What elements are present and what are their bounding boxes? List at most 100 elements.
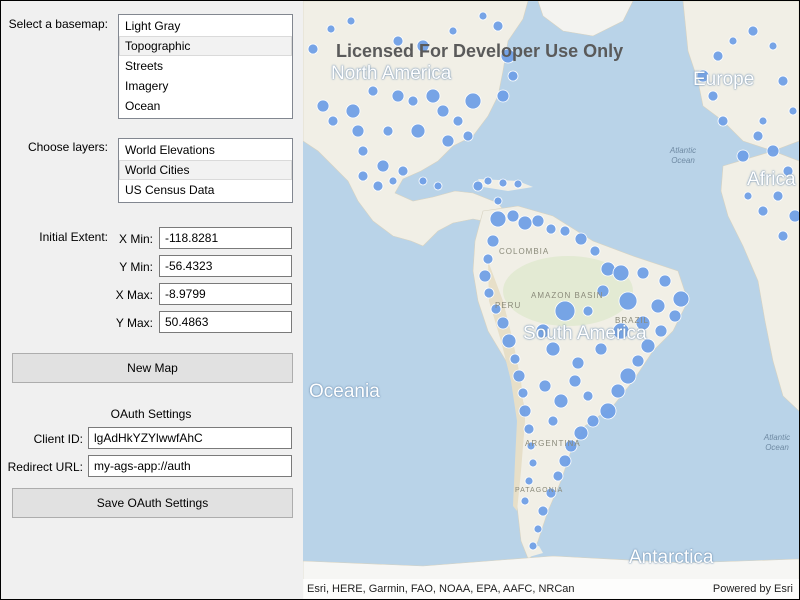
city-symbol[interactable] [518,404,532,418]
city-symbol[interactable] [372,180,384,192]
city-symbol[interactable] [636,266,650,280]
city-symbol[interactable] [777,230,789,242]
city-symbol[interactable] [631,354,645,368]
city-symbol[interactable] [777,75,789,87]
ymax-input[interactable] [159,311,292,333]
city-symbol[interactable] [559,225,571,237]
city-symbol[interactable] [489,210,507,228]
city-symbol[interactable] [743,191,753,201]
city-symbol[interactable] [523,423,535,435]
city-symbol[interactable] [501,333,517,349]
city-symbol[interactable] [472,180,484,192]
city-symbol[interactable] [586,414,600,428]
city-symbol[interactable] [357,170,369,182]
city-symbol[interactable] [528,458,538,468]
city-symbol[interactable] [425,88,441,104]
city-symbol[interactable] [654,324,668,338]
city-symbol[interactable] [493,196,503,206]
city-symbol[interactable] [582,390,594,402]
city-symbol[interactable] [357,145,369,157]
basemap-item-light-gray[interactable]: Light Gray [119,16,292,36]
basemap-item-ocean[interactable]: Ocean [119,96,292,116]
city-symbol[interactable] [407,95,419,107]
city-symbol[interactable] [441,134,455,148]
xmin-input[interactable] [159,227,292,249]
city-symbol[interactable] [418,176,428,186]
city-symbol[interactable] [528,541,538,551]
city-symbol[interactable] [391,89,405,103]
city-symbol[interactable] [712,50,724,62]
city-symbol[interactable] [482,253,494,265]
city-symbol[interactable] [326,24,336,34]
city-symbol[interactable] [496,316,510,330]
city-symbol[interactable] [376,159,390,173]
city-symbol[interactable] [672,290,690,308]
city-symbol[interactable] [506,209,520,223]
layer-item-world-cities[interactable]: World Cities [119,160,292,180]
city-symbol[interactable] [619,367,637,385]
city-symbol[interactable] [436,104,450,118]
city-symbol[interactable] [758,116,768,126]
city-symbol[interactable] [486,234,500,248]
basemap-item-streets[interactable]: Streets [119,56,292,76]
city-symbol[interactable] [483,176,493,186]
city-symbol[interactable] [478,269,492,283]
city-symbol[interactable] [768,41,778,51]
city-symbol[interactable] [513,179,523,189]
city-symbol[interactable] [517,387,529,399]
city-symbol[interactable] [537,505,549,517]
city-symbol[interactable] [599,402,617,420]
city-symbol[interactable] [533,524,543,534]
city-symbol[interactable] [552,470,564,482]
city-symbol[interactable] [531,214,545,228]
city-symbol[interactable] [545,223,557,235]
city-symbol[interactable] [351,124,365,138]
city-symbol[interactable] [524,476,534,486]
city-symbol[interactable] [512,369,526,383]
new-map-button[interactable]: New Map [12,353,293,383]
ymin-input[interactable] [159,255,292,277]
city-symbol[interactable] [346,16,356,26]
city-symbol[interactable] [433,181,443,191]
client-id-input[interactable] [88,427,292,449]
basemap-item-topographic[interactable]: Topographic [119,36,292,56]
city-symbol[interactable] [492,20,504,32]
city-symbol[interactable] [707,90,719,102]
city-symbol[interactable] [464,92,482,110]
basemap-item-imagery[interactable]: Imagery [119,76,292,96]
city-symbol[interactable] [307,43,319,55]
redirect-url-input[interactable] [88,455,292,477]
city-symbol[interactable] [547,415,559,427]
layer-item-world-elevations[interactable]: World Elevations [119,140,292,160]
city-symbol[interactable] [668,309,682,323]
city-symbol[interactable] [747,25,759,37]
city-symbol[interactable] [736,149,750,163]
city-symbol[interactable] [462,130,474,142]
city-symbol[interactable] [650,298,666,314]
city-symbol[interactable] [448,26,458,36]
city-symbol[interactable] [382,125,394,137]
city-symbol[interactable] [610,383,626,399]
city-symbol[interactable] [772,190,784,202]
city-symbol[interactable] [507,70,519,82]
city-symbol[interactable] [367,85,379,97]
save-oauth-settings-button[interactable]: Save OAuth Settings [12,488,293,518]
layer-item-us-census-data[interactable]: US Census Data [119,180,292,200]
city-symbol[interactable] [496,89,510,103]
city-symbol[interactable] [558,454,572,468]
city-symbol[interactable] [568,374,582,388]
city-symbol[interactable] [582,305,594,317]
city-symbol[interactable] [612,264,630,282]
city-symbol[interactable] [618,291,638,311]
city-symbol[interactable] [589,245,601,257]
city-symbol[interactable] [397,165,409,177]
city-symbol[interactable] [410,123,426,139]
city-symbol[interactable] [517,215,533,231]
city-symbol[interactable] [452,115,464,127]
city-symbol[interactable] [478,11,488,21]
city-symbol[interactable] [728,36,738,46]
city-symbol[interactable] [553,393,569,409]
city-symbol[interactable] [538,379,552,393]
city-symbol[interactable] [717,115,729,127]
city-symbol[interactable] [327,115,339,127]
